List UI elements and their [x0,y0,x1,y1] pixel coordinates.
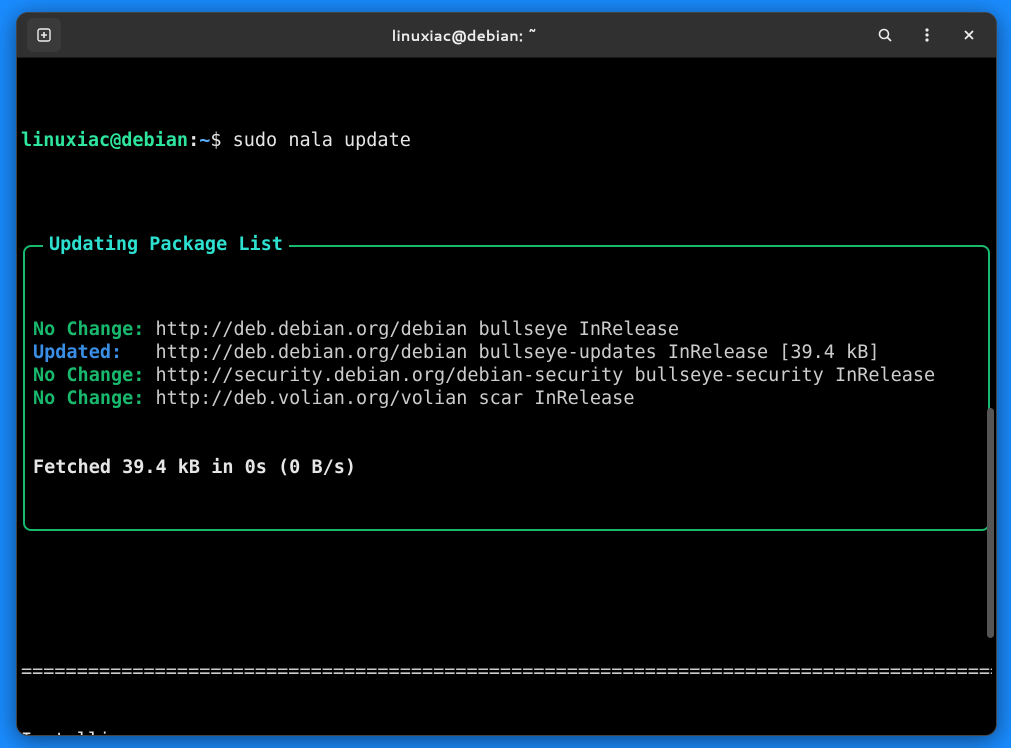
update-text: http://deb.debian.org/debian bullseye-up… [144,342,879,363]
installing-heading: Installing: [21,729,992,735]
new-tab-icon [36,27,52,43]
divider: ========================================… [21,660,992,683]
search-icon [877,27,893,43]
terminal-window: linuxiac@debian: ~ linuxiac@debian [16,12,997,736]
prompt-user: linuxiac@debian [21,130,188,151]
update-box: Updating Package List No Change: http://… [23,245,990,531]
update-line: No Change: http://security.debian.org/de… [33,364,980,387]
spacer [21,604,992,614]
titlebar-right-buttons [866,18,988,52]
close-icon [962,28,976,42]
terminal-body[interactable]: linuxiac@debian:~$ sudo nala update Upda… [17,58,996,735]
update-text: http://security.debian.org/debian-securi… [144,365,935,386]
update-status: No Change: [33,388,144,409]
command-text: sudo nala update [233,130,411,151]
update-text: http://deb.volian.org/volian scar InRele… [144,388,634,409]
titlebar: linuxiac@debian: ~ [17,13,996,58]
update-line: No Change: http://deb.debian.org/debian … [33,318,980,341]
update-status: No Change: [33,365,144,386]
box-title: Updating Package List [49,234,283,255]
search-button[interactable] [868,18,902,52]
fetched-line: Fetched 39.4 kB in 0s (0 B/s) [33,456,980,479]
menu-button[interactable] [910,18,944,52]
prompt-line: linuxiac@debian:~$ sudo nala update [21,129,992,152]
update-line: Updated: http://deb.debian.org/debian bu… [33,341,980,364]
update-line: No Change: http://deb.volian.org/volian … [33,387,980,410]
scrollbar-thumb[interactable] [987,408,994,638]
kebab-icon [919,27,935,43]
prompt-path: ~ [199,130,210,151]
window-title: linuxiac@debian: ~ [63,24,866,47]
update-text: http://deb.debian.org/debian bullseye In… [144,319,679,340]
close-button[interactable] [952,18,986,52]
box-title-wrap: Updating Package List [43,233,289,256]
update-status: Updated: [33,342,144,363]
new-tab-button[interactable] [27,18,61,52]
update-status: No Change: [33,319,144,340]
